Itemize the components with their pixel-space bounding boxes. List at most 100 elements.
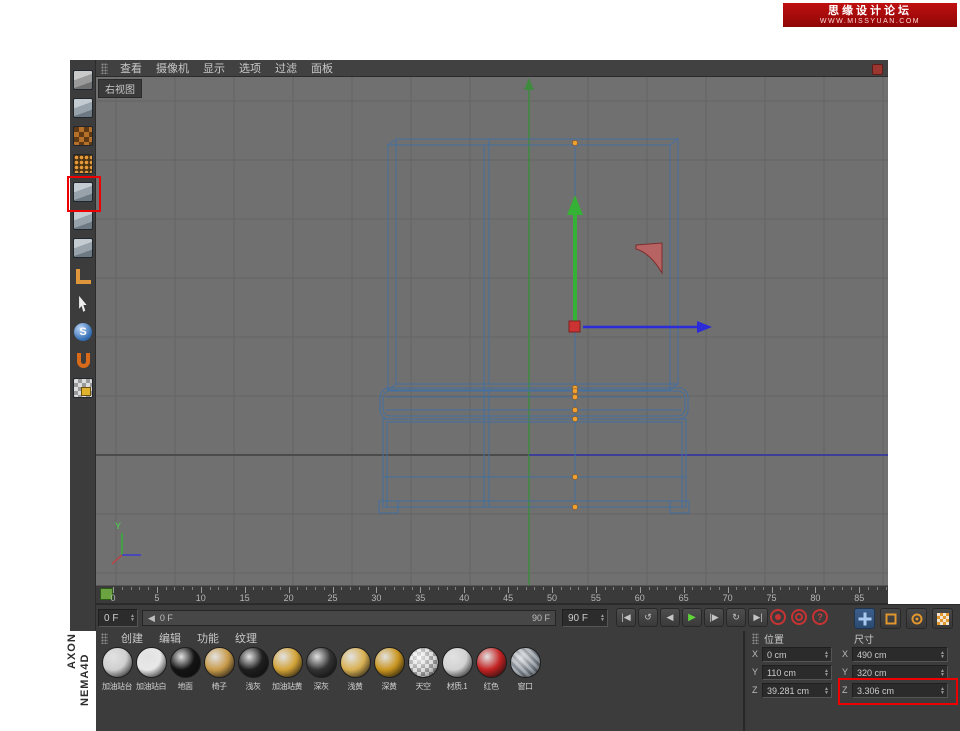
tool-snap[interactable] xyxy=(70,346,96,374)
current-frame-field[interactable]: 0 F ▲▼ xyxy=(98,609,138,627)
tool-viewport-solo[interactable] xyxy=(70,290,96,318)
autokey-button[interactable] xyxy=(791,609,807,625)
palette-grip[interactable] xyxy=(101,63,108,74)
field-stepper[interactable]: ▲▼ xyxy=(824,651,829,659)
ruler-tick xyxy=(657,587,658,590)
material-sphere[interactable] xyxy=(476,647,507,678)
go-to-start-button[interactable]: |◀ xyxy=(616,608,636,627)
material-menu-item-0[interactable]: 创建 xyxy=(113,630,151,646)
z-axis-arrowhead[interactable] xyxy=(697,321,712,333)
material-sphere[interactable] xyxy=(408,647,439,678)
tool-sds-weight[interactable]: S xyxy=(70,318,96,346)
material-sphere[interactable] xyxy=(510,647,541,678)
viewport-panel-icon[interactable] xyxy=(872,64,883,75)
move-center-handle[interactable] xyxy=(569,321,580,332)
material-menu-item-2[interactable]: 功能 xyxy=(189,630,227,646)
viewport-canvas[interactable]: Y 右视图 xyxy=(96,77,888,585)
field-stepper[interactable]: ▲▼ xyxy=(600,614,605,622)
material-sphere[interactable] xyxy=(238,647,269,678)
target-snap-button[interactable] xyxy=(906,608,927,629)
ruler-tick xyxy=(692,587,693,590)
record-keyframe-button[interactable] xyxy=(770,609,786,625)
axis-label: X xyxy=(842,649,848,659)
position-x-field[interactable]: 0 cm▲▼ xyxy=(762,647,832,662)
material-item[interactable]: 红色 xyxy=(474,647,508,692)
axis-mode-icon xyxy=(76,269,91,284)
material-sphere[interactable] xyxy=(204,647,235,678)
viewport-menu-item-2[interactable]: 显示 xyxy=(196,60,232,76)
field-stepper[interactable]: ▲▼ xyxy=(130,614,135,622)
tool-workplane-lock[interactable] xyxy=(70,374,96,402)
material-menu-item-1[interactable]: 编辑 xyxy=(151,630,189,646)
loop-button[interactable]: ↻ xyxy=(726,608,746,627)
end-frame-value: 90 F xyxy=(568,613,588,624)
size-x-field[interactable]: 490 cm▲▼ xyxy=(852,647,948,662)
size-y-field-value: 320 cm xyxy=(857,668,887,678)
material-item[interactable]: 深黄 xyxy=(372,647,406,692)
material-sphere[interactable] xyxy=(136,647,167,678)
tool-model-mode[interactable] xyxy=(70,94,96,122)
material-item[interactable]: 加油站台 xyxy=(100,647,134,692)
next-frame-button[interactable]: |▶ xyxy=(704,608,724,627)
ruler-tick xyxy=(447,587,448,590)
tool-workplane-mode[interactable] xyxy=(70,150,96,178)
preview-range-bar[interactable]: ◀ 0 F 90 F xyxy=(142,610,556,626)
viewport-menu-item-1[interactable]: 摄像机 xyxy=(149,60,196,76)
play-backwards-button[interactable]: ↺ xyxy=(638,608,658,627)
viewport-menu-item-0[interactable]: 查看 xyxy=(113,60,149,76)
end-frame-field[interactable]: 90 F ▲▼ xyxy=(562,609,608,627)
tool-texture-mode[interactable] xyxy=(70,122,96,150)
palette-grip[interactable] xyxy=(101,633,108,644)
field-stepper[interactable]: ▲▼ xyxy=(824,669,829,677)
field-stepper[interactable]: ▲▼ xyxy=(940,651,945,659)
position-z-field[interactable]: 39.281 cm ▲▼ xyxy=(762,683,832,698)
material-item[interactable]: 加油站黄 xyxy=(270,647,304,692)
tool-make-editable[interactable] xyxy=(70,66,96,94)
material-item[interactable]: 加油站白 xyxy=(134,647,168,692)
field-stepper[interactable]: ▲▼ xyxy=(824,687,829,695)
go-to-end-button[interactable]: ▶| xyxy=(748,608,768,627)
material-sphere[interactable] xyxy=(272,647,303,678)
move-axes-button[interactable] xyxy=(854,608,875,629)
keyframe-options-button[interactable]: ? xyxy=(812,609,828,625)
material-item[interactable]: 浅黄 xyxy=(338,647,372,692)
range-left-arrow-icon[interactable]: ◀ xyxy=(148,613,155,624)
ruler-tick xyxy=(324,587,325,590)
previous-frame-button[interactable]: ◀ xyxy=(660,608,680,627)
y-axis-arrowhead[interactable] xyxy=(567,195,583,215)
timeline-ruler[interactable]: 0510152025303540455055606570758085 xyxy=(96,585,888,604)
viewport-menu-item-5[interactable]: 面板 xyxy=(304,60,340,76)
grid-snap-button[interactable] xyxy=(932,608,953,629)
material-item[interactable]: 窗口 xyxy=(508,647,542,692)
material-menu-item-3[interactable]: 纹理 xyxy=(227,630,265,646)
material-label: 红色 xyxy=(484,681,499,692)
material-label: 地面 xyxy=(178,681,193,692)
material-item[interactable]: 椅子 xyxy=(202,647,236,692)
material-item[interactable]: 材质.1 xyxy=(440,647,474,692)
material-sphere[interactable] xyxy=(442,647,473,678)
viewport-menu-item-3[interactable]: 选项 xyxy=(232,60,268,76)
ruler-tick xyxy=(218,587,219,590)
palette-grip[interactable] xyxy=(752,633,759,644)
material-sphere[interactable] xyxy=(102,647,133,678)
material-item[interactable]: 地面 xyxy=(168,647,202,692)
frame-selection-button[interactable] xyxy=(880,608,901,629)
material-item[interactable]: 深灰 xyxy=(304,647,338,692)
material-sphere[interactable] xyxy=(340,647,371,678)
position-y-field[interactable]: 110 cm▲▼ xyxy=(762,665,832,680)
ruler-tick xyxy=(262,587,263,590)
field-stepper[interactable]: ▲▼ xyxy=(940,669,945,677)
material-item[interactable]: 天空 xyxy=(406,647,440,692)
tool-axis-mode[interactable] xyxy=(70,262,96,290)
tool-polygons-mode[interactable] xyxy=(70,234,96,262)
material-sphere[interactable] xyxy=(306,647,337,678)
frame-number: 85 xyxy=(854,593,864,603)
viewport-menu-item-4[interactable]: 过滤 xyxy=(268,60,304,76)
material-sphere[interactable] xyxy=(170,647,201,678)
ruler-tick xyxy=(482,587,483,590)
position-z-field-value: 39.281 cm xyxy=(767,686,809,696)
play-forwards-button[interactable]: ▶ xyxy=(682,608,702,627)
frame-number: 65 xyxy=(679,593,689,603)
material-item[interactable]: 浅灰 xyxy=(236,647,270,692)
material-sphere[interactable] xyxy=(374,647,405,678)
